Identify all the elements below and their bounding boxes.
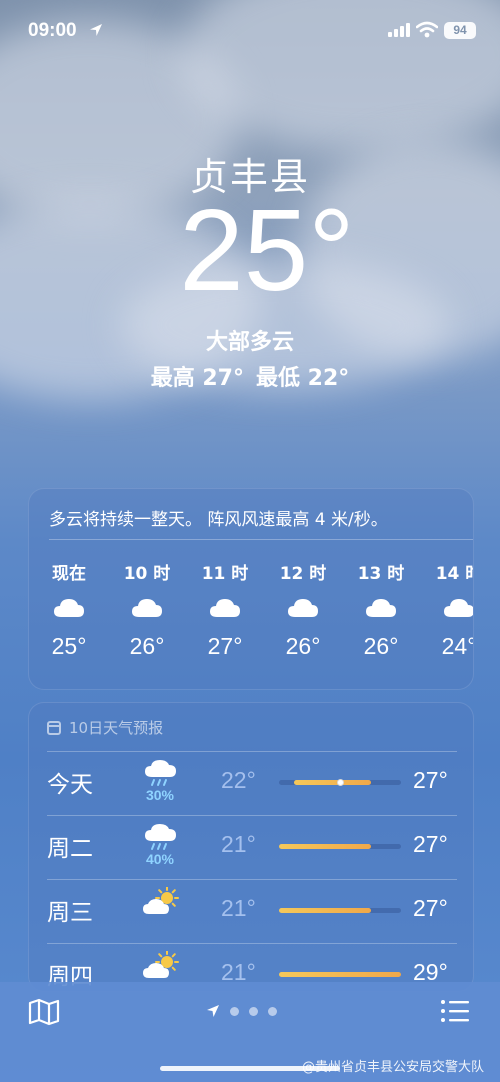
precip-chance: 30% — [145, 787, 175, 803]
temp-range-bar — [279, 844, 401, 849]
daily-row[interactable]: 周三 21° 27° — [29, 879, 473, 943]
high-temp: 最高 27° — [150, 366, 244, 391]
temp-range-fill — [279, 844, 371, 849]
divider — [47, 815, 457, 816]
precip-chance: 40% — [145, 851, 175, 867]
hour-temp: 26° — [285, 633, 321, 659]
temp-range-bar — [279, 972, 401, 977]
hourly-item: 14 时 24° — [429, 559, 474, 660]
cloud-icon — [366, 599, 396, 617]
forecast-summary: 多云将持续一整天。 阵风风速最高 4 米/秒。 — [49, 510, 388, 530]
hour-label: 14 时 — [435, 564, 473, 584]
hourly-list[interactable]: 现在 25° 10 时 26° 11 时 27° 12 时 26° 13 时 26° 14 时 24° — [39, 559, 474, 679]
status-time: 09:00 — [28, 20, 77, 41]
partly-sunny-icon — [143, 951, 179, 978]
cloud-icon — [210, 599, 240, 617]
hourly-item: 11 时 27° — [195, 559, 255, 660]
battery-indicator: 94 — [444, 22, 476, 39]
partly-sunny-icon — [143, 887, 179, 914]
hourly-item: 12 时 26° — [273, 559, 333, 660]
daily-row[interactable]: 周二 40% 21° 27° — [29, 815, 473, 879]
current-temperature: 25° — [179, 185, 355, 315]
cellular-signal-icon — [388, 23, 410, 37]
day-label: 周三 — [47, 900, 93, 926]
hour-label: 现在 — [52, 564, 86, 584]
hourly-item: 13 时 26° — [351, 559, 411, 660]
hourly-forecast-card[interactable]: 多云将持续一整天。 阵风风速最高 4 米/秒。 现在 25° 10 时 26° 11 时… — [28, 488, 474, 690]
temp-range-fill — [294, 780, 371, 785]
hour-temp: 27° — [207, 633, 243, 659]
temp-range-bar — [279, 779, 401, 786]
cloud-rain-icon — [145, 760, 176, 786]
watermark: @贵州省贞丰县公安局交警大队 — [302, 1060, 485, 1075]
divider — [47, 751, 457, 752]
wifi-icon — [416, 21, 438, 38]
page-dot[interactable] — [230, 1006, 239, 1016]
hourly-item: 现在 25° — [39, 559, 99, 660]
location-arrow-icon — [90, 24, 102, 36]
hour-label: 12 时 — [279, 564, 327, 584]
high-low: 最高 27° 最低 22° — [0, 360, 500, 392]
daily-forecast-title-text: 10日天气预报 — [69, 719, 164, 737]
hour-temp: 26° — [129, 633, 165, 659]
location-arrow-icon — [207, 1005, 219, 1017]
divider — [49, 539, 473, 540]
daily-row[interactable]: 今天 30% 22° 27° — [29, 751, 473, 815]
daily-forecast-card[interactable]: 10日天气预报 今天 30% 22° 27° 周二 40% 21° 27° 周三 21° 27° 周四… — [28, 702, 474, 992]
hourly-item: 10 时 26° — [117, 559, 177, 660]
divider — [47, 879, 457, 880]
page-dot[interactable] — [268, 1006, 277, 1016]
status-bar: 09:00 94 — [0, 18, 500, 48]
low-temp: 21° — [221, 831, 256, 857]
hour-label: 10 时 — [123, 564, 171, 584]
list-icon[interactable] — [440, 998, 470, 1024]
low-temp: 最低 22° — [256, 366, 350, 391]
cloud-icon — [54, 599, 84, 617]
current-temp-dot — [336, 779, 344, 786]
map-icon[interactable] — [28, 998, 60, 1026]
low-temp: 22° — [221, 767, 256, 793]
page-indicator[interactable] — [206, 1004, 277, 1018]
hour-temp: 24° — [441, 633, 474, 659]
high-temp: 27° — [413, 831, 448, 857]
calendar-icon — [47, 720, 61, 735]
high-temp: 27° — [413, 895, 448, 921]
cloud-icon — [288, 599, 318, 617]
temp-range-fill — [279, 972, 401, 977]
high-temp: 27° — [413, 767, 448, 793]
page-dot[interactable] — [249, 1006, 258, 1016]
cloud-icon — [132, 599, 162, 617]
temp-range-fill — [279, 908, 371, 913]
temp-range-bar — [279, 908, 401, 913]
condition-text: 大部多云 — [205, 330, 294, 355]
hour-temp: 26° — [363, 633, 399, 659]
hour-label: 11 时 — [201, 564, 249, 584]
daily-forecast-title: 10日天气预报 — [47, 717, 163, 738]
cloud-icon — [444, 599, 473, 617]
hour-label: 13 时 — [357, 564, 405, 584]
day-label: 周二 — [47, 836, 93, 862]
divider — [47, 943, 457, 944]
cloud-rain-icon — [145, 824, 176, 850]
day-label: 今天 — [47, 772, 93, 798]
low-temp: 21° — [221, 895, 256, 921]
hour-temp: 25° — [51, 633, 87, 659]
